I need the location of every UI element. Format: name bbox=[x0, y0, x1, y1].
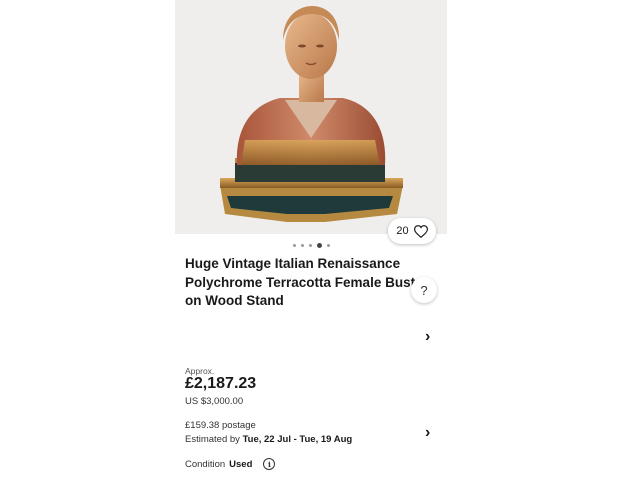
postage-cost: £159.38 postage bbox=[185, 420, 256, 431]
estimated-delivery-dates: Tue, 22 Jul - Tue, 19 Aug bbox=[242, 434, 353, 445]
carousel-dot[interactable] bbox=[300, 244, 304, 247]
condition-value: Used bbox=[229, 458, 253, 470]
watchers-count: 20 bbox=[396, 225, 409, 237]
carousel-dot[interactable] bbox=[308, 244, 312, 247]
estimated-delivery: Estimated by Tue, 22 Jul - Tue, 19 Aug bbox=[185, 434, 352, 445]
listing-page: 20 Huge Vintage Italian Renaissance Poly… bbox=[175, 0, 447, 480]
help-button[interactable]: ? bbox=[411, 277, 437, 303]
watch-button[interactable]: 20 bbox=[388, 218, 436, 244]
heart-icon bbox=[413, 224, 428, 238]
estimated-delivery-prefix: Estimated by bbox=[185, 434, 243, 445]
carousel-dot[interactable] bbox=[326, 244, 330, 247]
carousel-dot[interactable] bbox=[316, 243, 322, 248]
carousel-dot[interactable] bbox=[292, 244, 296, 247]
question-mark-icon: ? bbox=[420, 282, 428, 298]
listing-title: Huge Vintage Italian Renaissance Polychr… bbox=[185, 256, 416, 308]
chevron-right-icon[interactable]: › bbox=[425, 329, 430, 345]
product-image[interactable] bbox=[175, 0, 447, 234]
image-carousel-indicator[interactable] bbox=[175, 243, 447, 248]
price: £2,187.23 bbox=[185, 375, 257, 392]
terracotta-bust-picture bbox=[220, 6, 403, 222]
condition-row: Condition Used i bbox=[185, 458, 276, 470]
info-icon[interactable]: i bbox=[263, 458, 276, 470]
condition-label: Condition bbox=[185, 458, 226, 470]
shipping-chevron-right-icon[interactable]: › bbox=[425, 425, 430, 441]
original-price: US $3,000.00 bbox=[185, 396, 244, 407]
